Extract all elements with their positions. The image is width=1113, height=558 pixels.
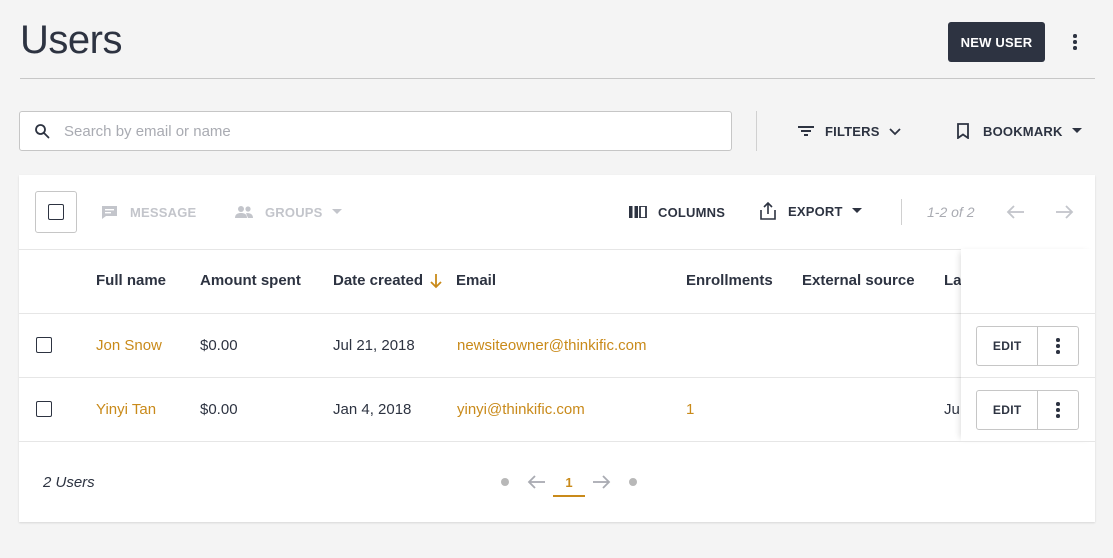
row-actions-column: EDIT EDIT	[961, 249, 1095, 441]
message-icon	[102, 205, 117, 219]
search-icon	[35, 124, 50, 139]
last-cell: Ju	[944, 401, 960, 418]
groups-icon	[235, 206, 253, 218]
groups-label: GROUPS	[265, 204, 323, 220]
arrow-right-icon[interactable]	[1054, 204, 1074, 220]
search-input[interactable]	[64, 112, 724, 150]
amount-spent: $0.00	[200, 337, 238, 354]
users-count: 2 Users	[43, 474, 95, 491]
column-header-amount-spent[interactable]: Amount spent	[200, 272, 301, 289]
bookmark-button[interactable]: BOOKMARK	[956, 121, 1082, 141]
sort-descending-icon	[430, 273, 442, 288]
bookmark-label: BOOKMARK	[983, 123, 1063, 139]
email-link[interactable]: yinyi@thinkific.com	[457, 401, 585, 418]
filters-button[interactable]: FILTERS	[797, 121, 902, 141]
arrow-left-icon[interactable]	[527, 474, 547, 490]
export-label: EXPORT	[788, 203, 843, 219]
date-created: Jul 21, 2018	[333, 337, 415, 354]
caret-down-icon	[331, 209, 342, 214]
more-options-icon[interactable]	[1038, 327, 1078, 365]
columns-icon	[629, 206, 647, 218]
arrow-right-icon[interactable]	[591, 474, 611, 490]
message-label: MESSAGE	[130, 204, 197, 220]
last-page-dot[interactable]	[629, 478, 637, 486]
row-actions: EDIT	[976, 390, 1079, 430]
filters-label: FILTERS	[825, 123, 880, 139]
column-header-external-source[interactable]: External source	[802, 272, 915, 289]
message-button[interactable]: MESSAGE	[101, 202, 196, 222]
arrow-left-icon[interactable]	[1006, 204, 1026, 220]
date-created: Jan 4, 2018	[333, 401, 412, 418]
table-divider	[19, 313, 961, 314]
row-actions: EDIT	[976, 326, 1079, 366]
edit-button[interactable]: EDIT	[977, 391, 1039, 429]
footer-divider	[19, 441, 1095, 442]
column-header-date-created[interactable]: Date created	[333, 272, 442, 289]
user-name-link[interactable]: Jon Snow	[96, 337, 162, 354]
first-page-dot[interactable]	[501, 478, 509, 486]
edit-button[interactable]: EDIT	[977, 327, 1039, 365]
table-divider	[961, 313, 1095, 314]
caret-down-icon	[851, 208, 862, 213]
toolbar-divider	[756, 111, 757, 151]
column-header-full-name[interactable]: Full name	[96, 272, 166, 289]
amount-spent: $0.00	[200, 401, 238, 418]
page-title: Users	[20, 18, 122, 62]
table-divider	[961, 377, 1095, 378]
search-box	[19, 111, 732, 151]
bookmark-icon	[957, 123, 969, 139]
export-icon	[760, 201, 776, 220]
more-options-icon[interactable]	[1063, 30, 1087, 54]
more-options-icon[interactable]	[1038, 391, 1078, 429]
column-header-email[interactable]: Email	[456, 272, 496, 289]
caret-down-icon	[1071, 128, 1082, 133]
enrollments-link[interactable]: 1	[686, 401, 694, 418]
header-divider	[20, 78, 1095, 79]
columns-label: COLUMNS	[658, 204, 726, 220]
column-header-label: Date created	[333, 272, 424, 289]
range-text: 1-2 of 2	[927, 204, 975, 220]
export-button[interactable]: EXPORT	[758, 200, 862, 222]
column-header-enrollments[interactable]: Enrollments	[686, 272, 773, 289]
toolbar-divider	[901, 199, 902, 225]
table-divider	[19, 377, 961, 378]
row-checkbox[interactable]	[36, 337, 52, 353]
new-user-button[interactable]: NEW USER	[948, 22, 1045, 62]
groups-button[interactable]: GROUPS	[234, 202, 342, 222]
checkbox[interactable]	[48, 204, 64, 220]
users-table-card: MESSAGE GROUPS COLUMNS EXPORT 1-2 of 2 F…	[19, 175, 1095, 522]
select-all-checkbox[interactable]	[35, 191, 77, 233]
row-checkbox[interactable]	[36, 401, 52, 417]
chevron-down-icon	[888, 128, 901, 136]
email-link[interactable]: newsiteowner@thinkific.com	[457, 337, 646, 354]
user-name-link[interactable]: Yinyi Tan	[96, 401, 156, 418]
columns-button[interactable]: COLUMNS	[629, 202, 725, 222]
column-header-last[interactable]: La	[944, 272, 962, 289]
page-number-current[interactable]: 1	[553, 469, 585, 497]
filter-icon	[798, 126, 814, 136]
table-divider	[19, 249, 961, 250]
